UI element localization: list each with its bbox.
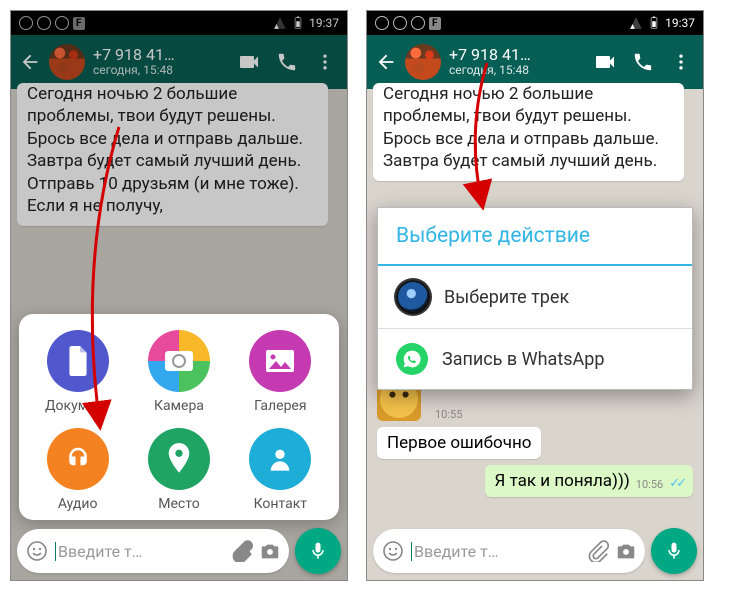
emoji-button[interactable] — [381, 539, 405, 563]
attach-label: Контакт — [254, 496, 307, 512]
message-timestamp: 10:56 — [636, 478, 663, 491]
status-time: 19:37 — [665, 16, 695, 30]
attach-location[interactable]: Место — [128, 428, 229, 512]
chat-header: +7 918 41… сегодня, 15:48 — [367, 35, 703, 89]
contact-name: +7 918 41… — [449, 46, 583, 64]
header-title-block[interactable]: +7 918 41… сегодня, 15:48 — [449, 46, 583, 78]
attach-label: Документ — [45, 398, 110, 414]
screenshot-right: F 19:37 +7 918 41… сегодня, 15:48 — [366, 10, 704, 581]
video-call-button[interactable] — [591, 48, 619, 76]
attach-button[interactable] — [231, 540, 253, 562]
document-icon — [47, 330, 109, 392]
input-row: Введите т… — [373, 528, 697, 574]
screenshot-left: F 19:37 +7 918 41… сегодня, 15:48 — [10, 10, 348, 581]
attach-document[interactable]: Документ — [27, 330, 128, 414]
attach-audio[interactable]: Аудио — [27, 428, 128, 512]
voice-call-button[interactable] — [629, 48, 657, 76]
attach-camera[interactable]: Камера — [128, 330, 229, 414]
emoji-button[interactable] — [25, 539, 49, 563]
outgoing-message[interactable]: Я так и поняла))) 10:56 ✓✓ — [485, 465, 693, 497]
incoming-message[interactable]: Сегодня ночью 2 большие проблемы, твои б… — [373, 83, 684, 181]
attach-sheet: Документ Камера Галерея — [19, 314, 339, 520]
input-row: Введите т… — [17, 528, 341, 574]
attach-label: Камера — [154, 398, 204, 414]
whatsapp-icon — [396, 343, 428, 375]
message-input[interactable]: Введите т… — [55, 542, 225, 561]
message-input-box[interactable]: Введите т… — [373, 529, 645, 573]
dialog-option-record[interactable]: Запись в WhatsApp — [378, 329, 692, 389]
read-ticks-icon: ✓✓ — [669, 476, 683, 491]
attach-label: Галерея — [254, 398, 306, 414]
last-seen: сегодня, 15:48 — [449, 64, 583, 78]
message-input-box[interactable]: Введите т… — [17, 529, 289, 573]
contact-icon — [249, 428, 311, 490]
status-icon — [411, 16, 425, 30]
mic-button[interactable] — [295, 528, 341, 574]
audio-icon — [47, 428, 109, 490]
location-icon — [148, 428, 210, 490]
camera-icon — [148, 330, 210, 392]
mic-button[interactable] — [651, 528, 697, 574]
camera-button[interactable] — [615, 540, 637, 562]
status-icon — [393, 16, 407, 30]
message-text: Я так и поняла))) — [495, 471, 630, 491]
music-lens-icon — [396, 280, 430, 314]
status-bar: F 19:37 — [367, 11, 703, 35]
dialog-title: Выберите действие — [378, 208, 692, 264]
avatar[interactable] — [405, 44, 441, 80]
incoming-message[interactable]: Первое ошибочно — [377, 427, 541, 459]
battery-icon — [647, 16, 661, 30]
action-dialog: Выберите действие Выберите трек Запись в… — [377, 207, 693, 390]
more-button[interactable] — [667, 48, 695, 76]
attach-label: Место — [158, 496, 199, 512]
status-icon — [375, 16, 389, 30]
attach-label: Аудио — [58, 496, 98, 512]
signal-icon — [629, 16, 643, 30]
message-timestamp: 10:55 — [435, 408, 462, 421]
back-button[interactable] — [375, 51, 397, 73]
status-icon: F — [429, 17, 441, 30]
attach-gallery[interactable]: Галерея — [230, 330, 331, 414]
gallery-icon — [249, 330, 311, 392]
attach-button[interactable] — [587, 540, 609, 562]
option-label: Выберите трек — [444, 287, 569, 308]
message-input[interactable]: Введите т… — [411, 542, 581, 561]
camera-button[interactable] — [259, 540, 281, 562]
attach-contact[interactable]: Контакт — [230, 428, 331, 512]
option-label: Запись в WhatsApp — [442, 349, 604, 370]
dialog-option-track[interactable]: Выберите трек — [378, 266, 692, 328]
